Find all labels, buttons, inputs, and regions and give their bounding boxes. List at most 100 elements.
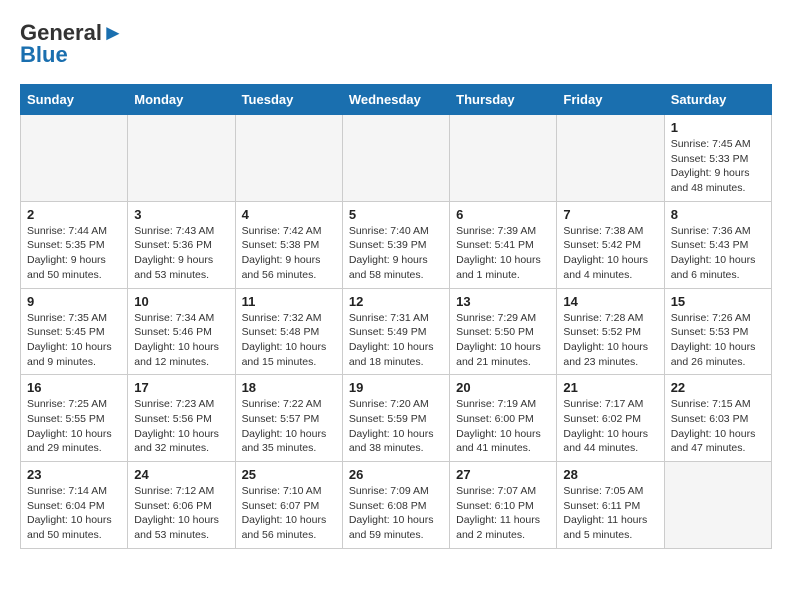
day-info: Sunrise: 7:07 AM Sunset: 6:10 PM Dayligh… [456,484,550,543]
day-info: Sunrise: 7:40 AM Sunset: 5:39 PM Dayligh… [349,224,443,283]
calendar-cell: 5Sunrise: 7:40 AM Sunset: 5:39 PM Daylig… [342,201,449,288]
day-info: Sunrise: 7:43 AM Sunset: 5:36 PM Dayligh… [134,224,228,283]
day-number: 28 [563,467,657,482]
calendar-cell: 8Sunrise: 7:36 AM Sunset: 5:43 PM Daylig… [664,201,771,288]
calendar-cell [664,462,771,549]
day-info: Sunrise: 7:05 AM Sunset: 6:11 PM Dayligh… [563,484,657,543]
day-info: Sunrise: 7:25 AM Sunset: 5:55 PM Dayligh… [27,397,121,456]
weekday-header: Friday [557,85,664,115]
day-info: Sunrise: 7:34 AM Sunset: 5:46 PM Dayligh… [134,311,228,370]
calendar-cell: 11 Sunrise: 7:32 AM Sunset: 5:48 PM Dayli… [235,288,342,375]
day-number: 19 [349,380,443,395]
calendar-cell [235,115,342,202]
calendar-cell: 19 Sunrise: 7:20 AM Sunset: 5:59 PM Dayli… [342,375,449,462]
day-info: Sunrise: 7:15 AM Sunset: 6:03 PM Dayligh… [671,397,765,456]
day-number: 9 [27,294,121,309]
day-number: 6 [456,207,550,222]
day-info: Sunrise: 7:17 AM Sunset: 6:02 PM Dayligh… [563,397,657,456]
weekday-header-row: SundayMondayTuesdayWednesdayThursdayFrid… [21,85,772,115]
calendar-cell: 26 Sunrise: 7:09 AM Sunset: 6:08 PM Dayli… [342,462,449,549]
day-info: Sunrise: 7:32 AM Sunset: 5:48 PM Dayligh… [242,311,336,370]
day-number: 16 [27,380,121,395]
day-number: 21 [563,380,657,395]
day-number: 13 [456,294,550,309]
day-number: 17 [134,380,228,395]
calendar-cell: 24 Sunrise: 7:12 AM Sunset: 6:06 PM Dayli… [128,462,235,549]
day-info: Sunrise: 7:22 AM Sunset: 5:57 PM Dayligh… [242,397,336,456]
logo: General► Blue [20,20,124,68]
day-number: 2 [27,207,121,222]
day-info: Sunrise: 7:45 AM Sunset: 5:33 PM Dayligh… [671,137,765,196]
day-number: 24 [134,467,228,482]
day-info: Sunrise: 7:23 AM Sunset: 5:56 PM Dayligh… [134,397,228,456]
day-number: 10 [134,294,228,309]
calendar-cell: 27 Sunrise: 7:07 AM Sunset: 6:10 PM Dayli… [450,462,557,549]
calendar-week-row: 9 Sunrise: 7:35 AM Sunset: 5:45 PM Daylig… [21,288,772,375]
day-info: Sunrise: 7:29 AM Sunset: 5:50 PM Dayligh… [456,311,550,370]
day-info: Sunrise: 7:09 AM Sunset: 6:08 PM Dayligh… [349,484,443,543]
day-info: Sunrise: 7:26 AM Sunset: 5:53 PM Dayligh… [671,311,765,370]
day-number: 18 [242,380,336,395]
calendar-cell: 12 Sunrise: 7:31 AM Sunset: 5:49 PM Dayli… [342,288,449,375]
day-info: Sunrise: 7:10 AM Sunset: 6:07 PM Dayligh… [242,484,336,543]
weekday-header: Saturday [664,85,771,115]
day-number: 26 [349,467,443,482]
day-number: 1 [671,120,765,135]
day-info: Sunrise: 7:12 AM Sunset: 6:06 PM Dayligh… [134,484,228,543]
calendar-cell: 9 Sunrise: 7:35 AM Sunset: 5:45 PM Daylig… [21,288,128,375]
calendar-cell: 17 Sunrise: 7:23 AM Sunset: 5:56 PM Dayli… [128,375,235,462]
calendar-cell: 14 Sunrise: 7:28 AM Sunset: 5:52 PM Dayli… [557,288,664,375]
weekday-header: Monday [128,85,235,115]
day-number: 4 [242,207,336,222]
calendar-cell: 16 Sunrise: 7:25 AM Sunset: 5:55 PM Dayli… [21,375,128,462]
calendar-cell: 7 Sunrise: 7:38 AM Sunset: 5:42 PM Daylig… [557,201,664,288]
day-number: 23 [27,467,121,482]
day-info: Sunrise: 7:35 AM Sunset: 5:45 PM Dayligh… [27,311,121,370]
day-info: Sunrise: 7:14 AM Sunset: 6:04 PM Dayligh… [27,484,121,543]
calendar-cell: 21 Sunrise: 7:17 AM Sunset: 6:02 PM Dayli… [557,375,664,462]
day-info: Sunrise: 7:19 AM Sunset: 6:00 PM Dayligh… [456,397,550,456]
calendar-cell: 10 Sunrise: 7:34 AM Sunset: 5:46 PM Dayli… [128,288,235,375]
day-number: 25 [242,467,336,482]
calendar-cell [21,115,128,202]
calendar-cell [557,115,664,202]
calendar-week-row: 1 Sunrise: 7:45 AM Sunset: 5:33 PM Daylig… [21,115,772,202]
calendar-week-row: 23 Sunrise: 7:14 AM Sunset: 6:04 PM Dayli… [21,462,772,549]
calendar-cell: 18 Sunrise: 7:22 AM Sunset: 5:57 PM Dayli… [235,375,342,462]
weekday-header: Sunday [21,85,128,115]
calendar-cell: 4 Sunrise: 7:42 AM Sunset: 5:38 PM Daylig… [235,201,342,288]
calendar-cell: 22 Sunrise: 7:15 AM Sunset: 6:03 PM Dayli… [664,375,771,462]
day-info: Sunrise: 7:44 AM Sunset: 5:35 PM Dayligh… [27,224,121,283]
calendar-cell: 13 Sunrise: 7:29 AM Sunset: 5:50 PM Dayli… [450,288,557,375]
calendar-table: SundayMondayTuesdayWednesdayThursdayFrid… [20,84,772,549]
day-number: 14 [563,294,657,309]
day-number: 27 [456,467,550,482]
weekday-header: Thursday [450,85,557,115]
day-number: 8 [671,207,765,222]
day-info: Sunrise: 7:38 AM Sunset: 5:42 PM Dayligh… [563,224,657,283]
calendar-cell: 3 Sunrise: 7:43 AM Sunset: 5:36 PM Daylig… [128,201,235,288]
day-number: 11 [242,294,336,309]
day-number: 3 [134,207,228,222]
day-info: Sunrise: 7:28 AM Sunset: 5:52 PM Dayligh… [563,311,657,370]
logo-blue: Blue [20,42,68,68]
calendar-cell: 1 Sunrise: 7:45 AM Sunset: 5:33 PM Daylig… [664,115,771,202]
calendar-cell [128,115,235,202]
calendar-cell: 15Sunrise: 7:26 AM Sunset: 5:53 PM Dayli… [664,288,771,375]
day-info: Sunrise: 7:42 AM Sunset: 5:38 PM Dayligh… [242,224,336,283]
day-number: 20 [456,380,550,395]
calendar-cell: 28 Sunrise: 7:05 AM Sunset: 6:11 PM Dayli… [557,462,664,549]
calendar-cell: 25 Sunrise: 7:10 AM Sunset: 6:07 PM Dayli… [235,462,342,549]
page-header: General► Blue [20,20,772,68]
calendar-cell [342,115,449,202]
calendar-week-row: 16 Sunrise: 7:25 AM Sunset: 5:55 PM Dayli… [21,375,772,462]
day-number: 7 [563,207,657,222]
weekday-header: Wednesday [342,85,449,115]
day-info: Sunrise: 7:31 AM Sunset: 5:49 PM Dayligh… [349,311,443,370]
day-info: Sunrise: 7:20 AM Sunset: 5:59 PM Dayligh… [349,397,443,456]
calendar-cell: 23 Sunrise: 7:14 AM Sunset: 6:04 PM Dayli… [21,462,128,549]
calendar-cell [450,115,557,202]
day-number: 12 [349,294,443,309]
day-number: 22 [671,380,765,395]
weekday-header: Tuesday [235,85,342,115]
